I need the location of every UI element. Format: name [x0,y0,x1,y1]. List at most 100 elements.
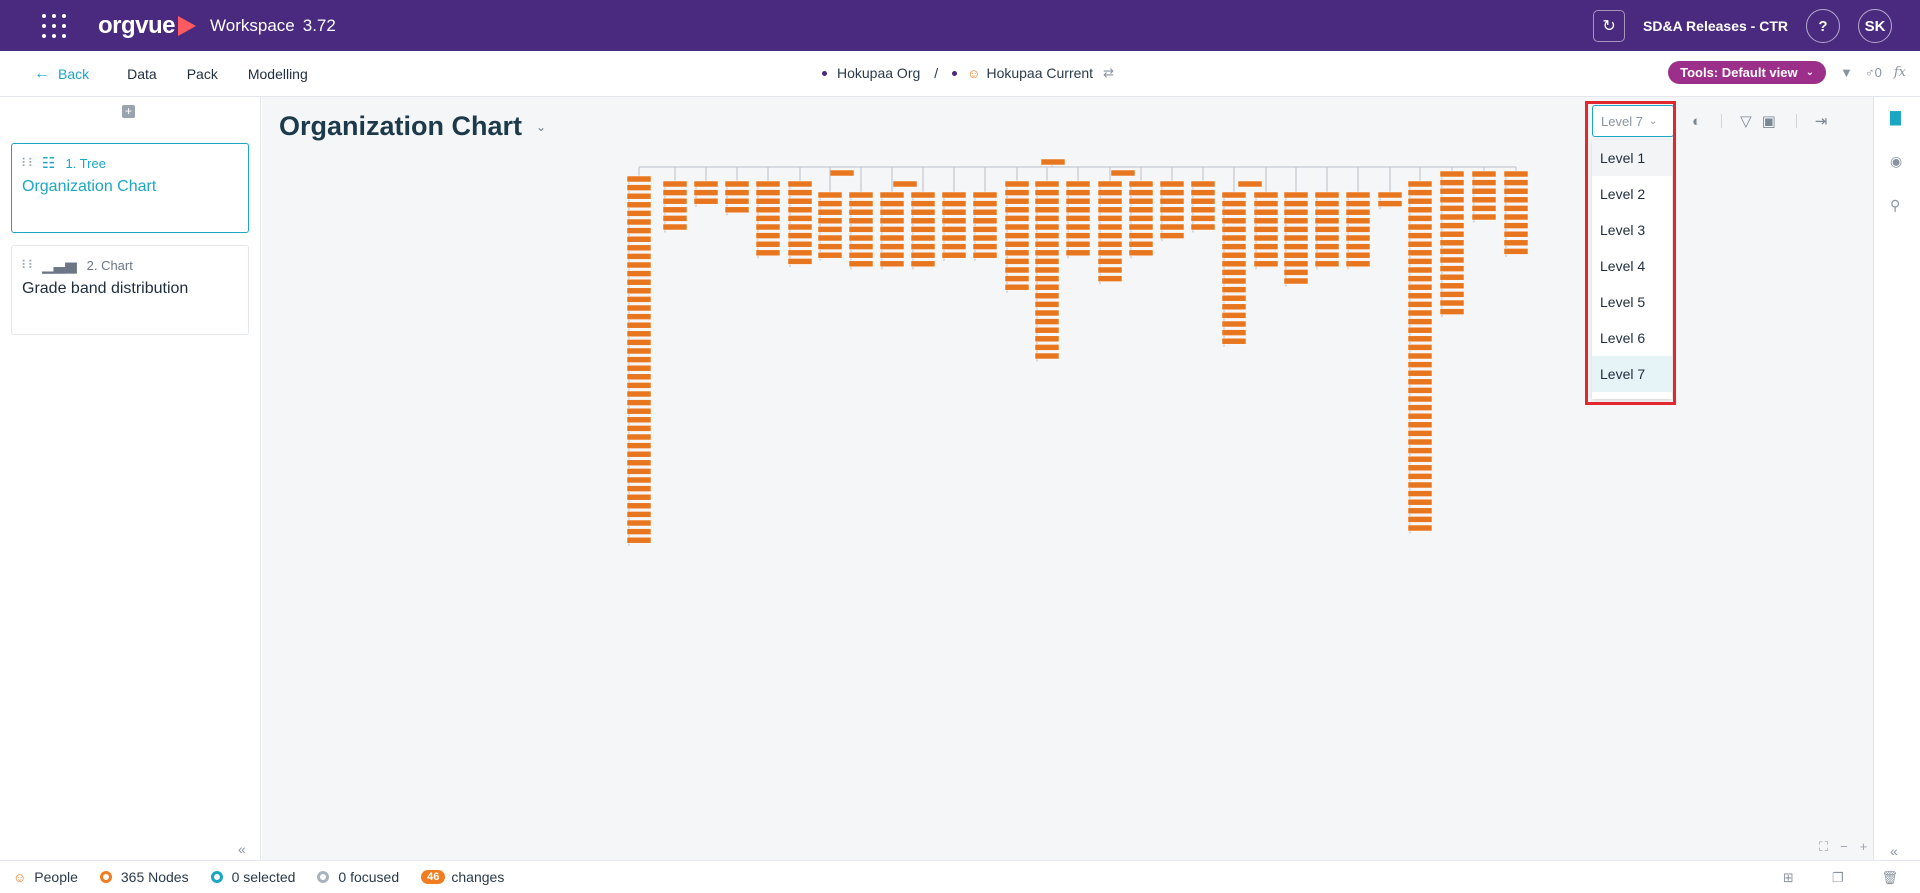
org-node[interactable] [972,191,998,199]
org-node[interactable] [1439,256,1465,264]
org-node[interactable] [1439,187,1465,195]
org-node[interactable] [1314,191,1340,199]
org-node[interactable] [1004,180,1030,188]
org-node[interactable] [1128,206,1154,214]
org-node[interactable] [1407,240,1433,248]
org-node[interactable] [879,251,905,259]
org-node[interactable] [1377,200,1403,207]
org-node[interactable] [1283,217,1309,225]
org-node[interactable] [626,184,652,191]
org-node[interactable] [1439,239,1465,247]
org-node[interactable] [848,243,874,250]
status-nodes[interactable]: 365 Nodes [99,869,189,885]
org-node[interactable] [1065,180,1091,188]
zoom-out-icon[interactable]: − [1840,839,1848,855]
org-node[interactable] [1097,258,1123,265]
org-node[interactable] [1407,473,1433,480]
org-node[interactable] [1034,240,1060,248]
org-node[interactable] [848,251,874,259]
org-node[interactable] [626,511,652,518]
org-node[interactable] [693,189,719,196]
org-node[interactable] [1471,179,1497,186]
org-node[interactable] [1407,352,1433,360]
org-node[interactable] [626,227,652,234]
org-node[interactable] [1407,258,1433,265]
org-node[interactable] [1034,318,1060,325]
org-node[interactable] [1283,269,1309,276]
org-node[interactable] [1471,187,1497,195]
org-node[interactable] [1253,226,1279,233]
org-node[interactable] [626,321,652,329]
org-node[interactable] [1407,490,1433,497]
org-node[interactable] [1221,303,1247,311]
org-node[interactable] [1345,226,1371,233]
org-node[interactable] [1503,170,1529,178]
org-node[interactable] [1034,189,1060,196]
org-node[interactable] [787,223,813,231]
org-node[interactable] [1471,170,1497,178]
org-node[interactable] [1190,223,1216,231]
org-node[interactable] [879,217,905,225]
org-node[interactable] [848,217,874,225]
org-node[interactable] [879,234,905,242]
org-node[interactable] [1097,266,1123,274]
org-node[interactable] [941,217,967,225]
org-node[interactable] [941,200,967,207]
org-node[interactable] [626,304,652,312]
org-node[interactable] [724,180,750,188]
org-node[interactable] [1407,387,1433,394]
org-node[interactable] [1471,196,1497,204]
org-node[interactable] [1221,200,1247,207]
org-node[interactable] [693,197,719,205]
org-node[interactable] [1159,180,1185,188]
org-node[interactable] [1221,234,1247,242]
org-node[interactable] [626,364,652,372]
org-node[interactable] [879,260,905,268]
org-node[interactable] [787,189,813,196]
org-node[interactable] [829,169,855,177]
org-node[interactable] [1314,200,1340,207]
org-node[interactable] [1439,282,1465,290]
user-avatar[interactable]: SK [1858,9,1892,43]
org-node[interactable] [1065,249,1091,257]
org-node[interactable] [1314,243,1340,250]
org-node[interactable] [1407,404,1433,411]
org-node[interactable] [626,175,652,183]
org-node[interactable] [972,208,998,216]
status-focused[interactable]: 0 focused [317,869,399,885]
org-node[interactable] [1004,206,1030,214]
org-node[interactable] [1439,205,1465,212]
org-node[interactable] [1345,243,1371,250]
org-node[interactable] [1503,187,1529,195]
org-node[interactable] [1190,215,1216,222]
org-node[interactable] [1128,232,1154,239]
org-node[interactable] [1407,266,1433,274]
org-node[interactable] [941,243,967,250]
chevron-down-icon[interactable]: ⌄ [536,120,546,134]
org-node[interactable] [1034,266,1060,274]
org-node[interactable] [1503,230,1529,238]
org-node[interactable] [910,243,936,250]
palette-icon[interactable]: ◐ [1692,113,1701,130]
org-node[interactable] [1314,226,1340,233]
org-node[interactable] [1065,189,1091,196]
org-node[interactable] [1439,273,1465,281]
org-node[interactable] [626,373,652,381]
org-node[interactable] [626,201,652,209]
sync-button[interactable]: ↻ [1593,10,1626,42]
org-node[interactable] [1253,200,1279,207]
add-view-button[interactable]: + [122,105,135,118]
org-node[interactable] [848,260,874,268]
org-node[interactable] [972,251,998,259]
export-icon[interactable]: ⇥ [1815,112,1828,130]
org-node[interactable] [1034,326,1060,334]
org-node[interactable] [1407,524,1433,532]
org-node[interactable] [1407,464,1433,472]
org-node[interactable] [1097,189,1123,196]
org-node[interactable] [1221,217,1247,225]
org-node[interactable] [1253,234,1279,242]
org-node[interactable] [1407,507,1433,515]
org-node[interactable] [1065,223,1091,231]
drag-handle-icon[interactable]: ⠇⠇ [21,156,37,170]
org-node[interactable] [879,191,905,199]
